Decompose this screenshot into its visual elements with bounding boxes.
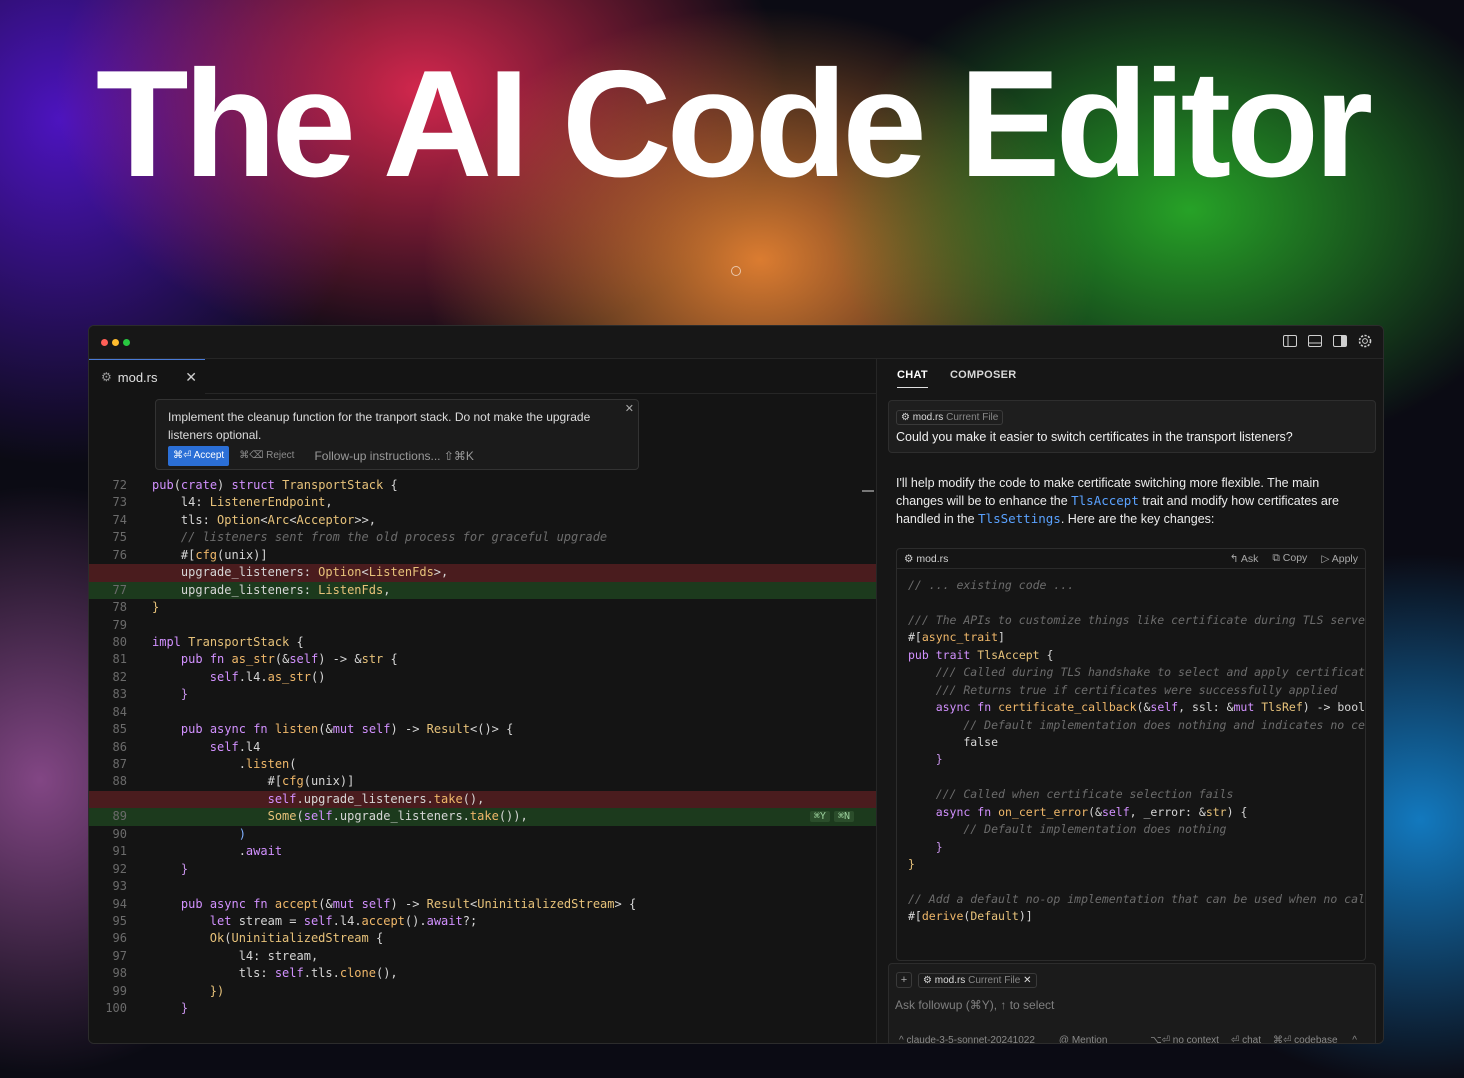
code-block-file: mod.rs (916, 552, 949, 565)
code-editor[interactable]: ⚙ mod.rs ✕ ✕ Implement the cleanup funct… (89, 359, 876, 1043)
toggle-panel-icon[interactable] (1307, 333, 1323, 349)
rust-file-icon: ⚙ (904, 552, 917, 565)
suggested-code-block: ⚙ mod.rs ↰ Ask ⧉ Copy ▷ Apply // ... exi… (896, 548, 1366, 961)
toggle-chat-icon[interactable] (1332, 333, 1348, 349)
code-block-content: // ... existing code ... /// The APIs to… (908, 578, 1365, 924)
code-line: 95 let stream = self.l4.accept().await?; (112, 913, 478, 928)
code-line: 74 tls: Option<Arc<Acceptor>>, (112, 512, 377, 527)
accept-button[interactable]: ⌘⏎ Accept (168, 446, 230, 466)
minimize-window-button[interactable] (112, 339, 119, 346)
maximize-window-button[interactable] (123, 339, 130, 346)
code-line: 92 } (112, 861, 189, 876)
code-line: 79 (112, 617, 127, 632)
accept-diff-shortcut[interactable]: ⌘Y (809, 811, 830, 823)
user-message: ⚙ mod.rs Current File Could you make it … (888, 400, 1376, 453)
code-line: 76 #[cfg(unix)] (112, 547, 268, 562)
code-line: 82 self.l4.as_str() (112, 669, 326, 684)
decorative-dot (731, 266, 741, 276)
code-line: 83 } (112, 687, 189, 702)
editor-window: ⚙ mod.rs ✕ ✕ Implement the cleanup funct… (88, 325, 1384, 1044)
reject-button[interactable]: ⌘⌫ Reject (239, 447, 294, 465)
composer-file-chip[interactable]: ⚙ mod.rs Current File ✕ (918, 972, 1037, 988)
close-prompt-icon[interactable]: ✕ (625, 400, 634, 418)
code-line: 97 l4: stream, (112, 948, 319, 963)
code-line: 87 .listen( (112, 757, 297, 771)
added-code-line: 77 upgrade_listeners: ListenFds, (89, 581, 876, 600)
apply-button[interactable]: ▷ Apply (1321, 553, 1358, 565)
copy-button[interactable]: ⧉ Copy (1272, 552, 1307, 565)
code-line: 86 self.l4 (112, 739, 261, 754)
code-line: 88 #[cfg(unix)] (112, 774, 355, 789)
ask-button[interactable]: ↰ Ask (1230, 553, 1259, 565)
remove-chip-icon[interactable]: ✕ (1023, 975, 1031, 986)
code-line: 96 Ok(UninitializedStream { (112, 931, 384, 946)
rust-file-icon: ⚙ (901, 412, 910, 423)
code-line: 91 .await (112, 844, 283, 859)
assistant-message: I'll help modify the code to make certif… (896, 476, 1339, 526)
reject-diff-shortcut[interactable]: ⌘N (833, 811, 854, 823)
code-lines: 72 pub(crate) struct TransportStack { 73 … (89, 477, 876, 1018)
code-line: 84 (112, 704, 127, 719)
code-line: 80 impl TransportStack { (112, 634, 304, 649)
prompt-text: Implement the cleanup function for the t… (168, 410, 591, 442)
rust-file-icon: ⚙ (923, 974, 932, 986)
no-context-button[interactable]: ⌥⏎ no context (1150, 1035, 1219, 1043)
inline-edit-prompt[interactable]: ✕ Implement the cleanup function for the… (155, 399, 639, 470)
code-line: 90 ) (112, 826, 246, 841)
hero-title: The AI Code Editor (95, 39, 1373, 209)
added-code-line: 89 Some(self.upgrade_listeners.take()), ⌘… (89, 808, 876, 826)
code-line: 94 pub async fn accept(&mut self) -> Res… (112, 896, 637, 911)
followup-input[interactable]: Ask followup (⌘Y), ↑ to select (895, 998, 1054, 1012)
deleted-code-line: self.upgrade_listeners.take(), (89, 790, 876, 809)
file-context-chip[interactable]: ⚙ mod.rs Current File (896, 410, 1004, 425)
editor-tab-bar: ⚙ mod.rs ✕ (89, 359, 876, 394)
code-line: 78} (112, 600, 160, 615)
code-line: 81 pub fn as_str(&self) -> &str { (112, 652, 398, 667)
tab-chat[interactable]: CHAT (897, 369, 928, 388)
code-line: 75 // listeners sent from the old proces… (112, 530, 608, 545)
toggle-sidebar-icon[interactable] (1282, 333, 1298, 349)
tab-mod-rs[interactable]: ⚙ mod.rs ✕ (89, 359, 205, 394)
followup-instructions-input[interactable]: Follow-up instructions... ⇧⌘K (314, 447, 473, 465)
code-line: 98 tls: self.tls.clone(), (112, 966, 398, 981)
close-tab-icon[interactable]: ✕ (185, 369, 197, 386)
code-line: 93 (112, 879, 127, 894)
deleted-code-line: upgrade_listeners: Option<ListenFds>, (89, 564, 876, 582)
chat-panel: CHAT COMPOSER ⚙ mod.rs Current File Coul… (876, 359, 1383, 1043)
model-selector[interactable]: ^ claude-3-5-sonnet-20241022 (899, 1035, 1047, 1043)
chat-submit-button[interactable]: ⏎ chat (1231, 1035, 1261, 1043)
tab-composer[interactable]: COMPOSER (950, 369, 1017, 388)
add-context-button[interactable]: + (896, 972, 912, 988)
code-line: 73 l4: ListenerEndpoint, (112, 495, 333, 510)
code-line: 85 pub async fn listen(&mut self) -> Res… (112, 722, 514, 737)
close-window-button[interactable] (101, 339, 108, 346)
codebase-submit-button[interactable]: ⌘⏎ codebase ^ (1273, 1035, 1357, 1043)
code-line: 100 } (105, 1001, 189, 1016)
followup-composer[interactable]: + ⚙ mod.rs Current File ✕ Ask followup (… (888, 963, 1376, 1043)
code-line: 72 pub(crate) struct TransportStack { (112, 478, 398, 492)
title-bar (89, 326, 1383, 359)
mention-button[interactable]: @ Mention (1059, 1035, 1108, 1043)
rust-file-icon: ⚙ (101, 370, 112, 384)
settings-gear-icon[interactable] (1357, 333, 1373, 349)
code-line: 99 }) (112, 983, 225, 998)
user-message-text: Could you make it easier to switch certi… (896, 430, 1293, 444)
tab-label: mod.rs (117, 369, 158, 385)
